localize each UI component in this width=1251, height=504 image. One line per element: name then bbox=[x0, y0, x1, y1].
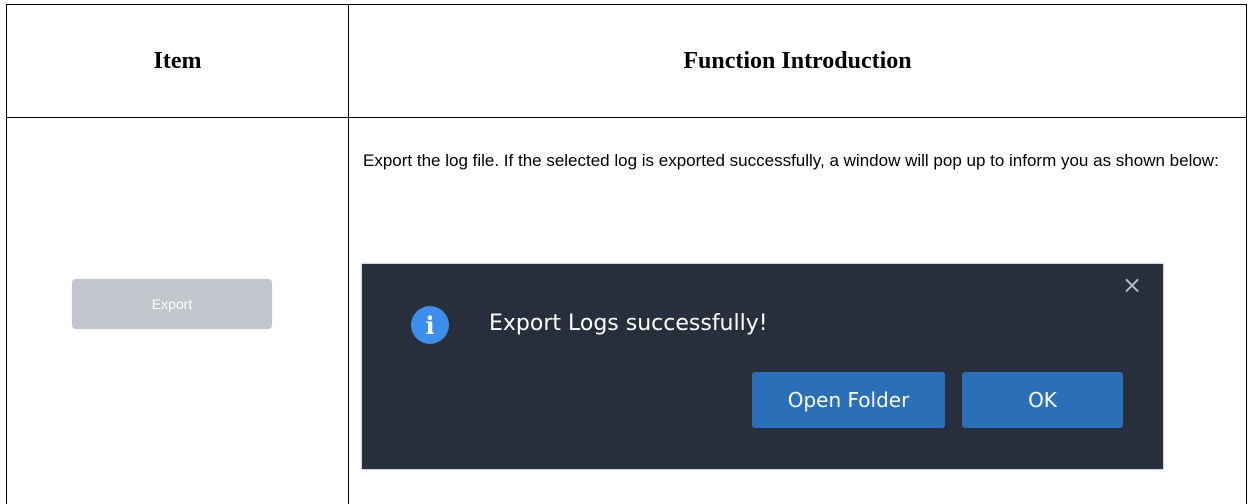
open-folder-button[interactable]: Open Folder bbox=[752, 372, 945, 428]
export-success-dialog: × i Export Logs successfully! Open Folde… bbox=[362, 264, 1163, 469]
export-button[interactable]: Export bbox=[72, 279, 272, 329]
header-function-introduction: Function Introduction bbox=[683, 47, 912, 74]
dialog-message: Export Logs successfully! bbox=[489, 311, 768, 336]
row-divider bbox=[7, 117, 1246, 118]
function-description: Export the log file. If the selected log… bbox=[363, 151, 1219, 170]
header-item: Item bbox=[153, 47, 202, 74]
ok-button[interactable]: OK bbox=[962, 372, 1123, 428]
close-icon[interactable]: × bbox=[1121, 273, 1143, 297]
info-icon: i bbox=[411, 306, 449, 344]
